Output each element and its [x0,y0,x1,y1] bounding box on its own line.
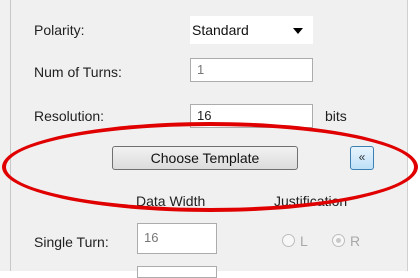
panel-border [10,0,11,271]
turns-input[interactable]: 1 [190,58,313,82]
single-turn-input[interactable]: 16 [137,223,217,254]
justify-left-label: L [300,233,308,249]
polarity-label: Polarity: [34,22,85,38]
dropdown-arrow-icon [293,28,303,34]
polarity-selected-value: Standard [192,22,249,38]
highlight-oval [2,122,418,212]
single-turn-label: Single Turn: [34,234,109,250]
multi-turn-input[interactable] [137,266,217,278]
justify-right-label: R [350,233,361,249]
resolution-unit: bits [325,108,347,124]
justify-right-radio[interactable] [332,234,345,247]
turns-label: Num of Turns: [34,64,122,80]
window-edge [407,0,420,271]
justify-left-radio[interactable] [282,234,295,247]
polarity-select[interactable]: Standard [190,16,313,44]
resolution-label: Resolution: [34,108,105,124]
